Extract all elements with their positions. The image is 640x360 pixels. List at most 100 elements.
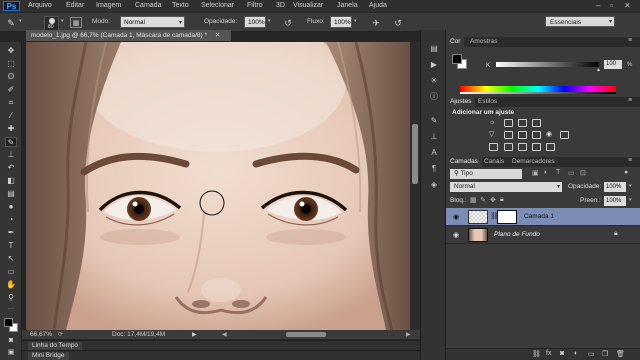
hue-saturation-icon[interactable] bbox=[504, 131, 513, 139]
tab-paths[interactable]: Demarcadores bbox=[508, 157, 559, 167]
crop-tool-icon[interactable]: ⌗ bbox=[5, 98, 17, 108]
filter-shape-icon[interactable]: ▭ bbox=[568, 169, 575, 177]
foreground-color-swatch[interactable] bbox=[4, 318, 13, 327]
filter-pixel-icon[interactable]: ▣ bbox=[532, 169, 539, 177]
airbrush-icon[interactable]: ✈ bbox=[370, 17, 382, 29]
layer-style-icon[interactable]: fx bbox=[546, 350, 551, 357]
levels-icon[interactable] bbox=[504, 119, 513, 127]
layer-thumbnail[interactable] bbox=[468, 228, 488, 242]
layer-row-plano-de-fundo[interactable]: ◉ Plano de Fundo 🔒︎ bbox=[446, 226, 640, 244]
blur-tool-icon[interactable]: ● bbox=[5, 202, 17, 212]
tab-styles[interactable]: Estilos bbox=[474, 97, 501, 107]
vibrance-icon[interactable]: ▽ bbox=[489, 130, 494, 138]
vertical-scrollbar[interactable] bbox=[410, 42, 420, 330]
path-selection-tool-icon[interactable]: ↖ bbox=[5, 254, 17, 264]
layer-filter-select[interactable]: ⚲ Tipo bbox=[450, 169, 522, 179]
info-icon[interactable]: ⓘ bbox=[429, 92, 439, 102]
chevron-down-icon[interactable]: ▾ bbox=[61, 18, 64, 24]
eraser-tool-icon[interactable]: ◧ bbox=[5, 176, 17, 186]
layer-thumbnail[interactable] bbox=[468, 210, 488, 224]
minimize-icon[interactable]: – bbox=[596, 1, 600, 10]
lock-position-icon[interactable]: ✥ bbox=[490, 196, 496, 204]
close-icon[interactable]: ✕ bbox=[624, 1, 631, 10]
zoom-tool-icon[interactable]: ⚲ bbox=[5, 293, 17, 303]
gradient-map-icon[interactable] bbox=[532, 143, 541, 151]
menu-3d[interactable]: 3D bbox=[276, 2, 285, 9]
color-foreground-swatch[interactable] bbox=[452, 54, 462, 64]
lock-transparent-icon[interactable]: ▦ bbox=[470, 196, 477, 204]
3d-icon[interactable]: ◈ bbox=[429, 180, 439, 190]
filter-adjustment-icon[interactable]: ◐ bbox=[544, 169, 548, 176]
curves-icon[interactable] bbox=[518, 119, 527, 127]
pressure-opacity-icon[interactable]: ↺ bbox=[282, 17, 294, 29]
brush-tool-icon[interactable]: ✎ bbox=[5, 17, 17, 29]
threshold-icon[interactable] bbox=[518, 143, 527, 151]
vertical-scroll-thumb[interactable] bbox=[412, 124, 418, 184]
eyedropper-tool-icon[interactable]: ⁄ bbox=[5, 111, 17, 121]
marquee-tool-icon[interactable]: ⬚ bbox=[5, 59, 17, 69]
more-tools-icon[interactable]: ··· bbox=[5, 304, 17, 314]
photoshop-logo[interactable]: Ps bbox=[3, 1, 20, 11]
color-balance-icon[interactable] bbox=[518, 131, 527, 139]
properties-icon[interactable]: ✳ bbox=[429, 76, 439, 86]
scroll-right-icon[interactable]: ▶ bbox=[406, 331, 411, 338]
new-adjustment-icon[interactable]: ◐ bbox=[574, 350, 578, 357]
layer-opacity-input[interactable]: 100% bbox=[604, 182, 626, 192]
visibility-eye-icon[interactable]: ◉ bbox=[453, 231, 459, 239]
photo-filter-icon[interactable]: ◉ bbox=[546, 130, 552, 138]
clone-stamp-tool-icon[interactable]: ⊥ bbox=[5, 150, 17, 160]
menu-imagem[interactable]: Imagem bbox=[96, 2, 121, 9]
tab-layers[interactable]: Camadas bbox=[446, 157, 482, 167]
chevron-down-icon[interactable]: ▾ bbox=[19, 18, 22, 24]
layer-name[interactable]: Camada 1 bbox=[524, 213, 554, 220]
quick-mask-icon[interactable]: ◙ bbox=[5, 336, 17, 346]
layer-row-camada-1[interactable]: ◉ ⛓ Camada 1 bbox=[446, 208, 640, 226]
layer-name[interactable]: Plano de Fundo bbox=[494, 231, 540, 238]
paragraph-icon[interactable]: ¶ bbox=[429, 164, 439, 174]
fill-input[interactable]: 100% bbox=[604, 196, 626, 206]
delete-layer-icon[interactable]: 🗑︎ bbox=[616, 350, 625, 358]
history-icon[interactable]: ▤ bbox=[429, 44, 439, 54]
flow-input[interactable]: 100% bbox=[330, 16, 352, 28]
dodge-tool-icon[interactable]: ◔ bbox=[5, 215, 17, 225]
grayscale-ramp[interactable] bbox=[460, 92, 616, 94]
blend-mode-select[interactable]: Normal ▾ bbox=[450, 182, 562, 192]
filter-smart-object-icon[interactable]: ⊡ bbox=[580, 169, 586, 177]
menu-ajuda[interactable]: Ajuda bbox=[369, 2, 387, 9]
character-icon[interactable]: A bbox=[429, 148, 439, 158]
filter-type-icon[interactable]: T bbox=[556, 169, 560, 176]
quick-selection-tool-icon[interactable]: ✐ bbox=[5, 85, 17, 95]
menu-janela[interactable]: Janela bbox=[337, 2, 358, 9]
add-mask-icon[interactable]: ◙ bbox=[560, 350, 564, 357]
mode-select[interactable]: Normal ▾ bbox=[120, 16, 185, 28]
pressure-size-icon[interactable]: ↺ bbox=[392, 17, 404, 29]
panel-menu-icon[interactable]: ≡ bbox=[628, 157, 632, 164]
channel-mixer-icon[interactable] bbox=[560, 131, 569, 139]
history-brush-tool-icon[interactable]: ↶ bbox=[5, 163, 17, 173]
k-value-input[interactable]: 100 bbox=[604, 60, 622, 69]
selective-color-icon[interactable] bbox=[546, 143, 555, 151]
black-white-icon[interactable] bbox=[532, 131, 541, 139]
slider-handle-icon[interactable]: ▲ bbox=[596, 67, 601, 73]
pen-tool-icon[interactable]: ✒ bbox=[5, 228, 17, 238]
restore-icon[interactable]: ▫ bbox=[610, 1, 613, 10]
filter-toggle-icon[interactable]: ● bbox=[624, 169, 628, 176]
panel-menu-icon[interactable]: ≡ bbox=[628, 37, 632, 44]
tab-timeline[interactable]: Linha do Tempo bbox=[28, 342, 83, 350]
lock-image-icon[interactable]: ✎ bbox=[480, 196, 486, 204]
menu-editar[interactable]: Editar bbox=[66, 2, 84, 9]
status-icon[interactable]: ⟳ bbox=[58, 331, 63, 338]
close-tab-icon[interactable]: ✕ bbox=[215, 32, 220, 39]
posterize-icon[interactable] bbox=[504, 143, 513, 151]
document-canvas[interactable] bbox=[26, 42, 410, 330]
actions-icon[interactable]: ▶ bbox=[429, 60, 439, 70]
status-menu-arrow-icon[interactable]: ▶ bbox=[192, 331, 197, 338]
visibility-eye-icon[interactable]: ◉ bbox=[453, 213, 459, 221]
k-slider-track[interactable] bbox=[496, 62, 599, 67]
panel-menu-icon[interactable]: ≡ bbox=[628, 97, 632, 104]
menu-arquivo[interactable]: Arquivo bbox=[28, 2, 52, 9]
scroll-left-icon[interactable]: ◀ bbox=[222, 331, 227, 338]
opacity-input[interactable]: 100% bbox=[244, 16, 266, 28]
brush-panel-icon[interactable]: ▦ bbox=[70, 17, 82, 28]
brush-presets-icon[interactable]: ✎ bbox=[429, 116, 439, 126]
